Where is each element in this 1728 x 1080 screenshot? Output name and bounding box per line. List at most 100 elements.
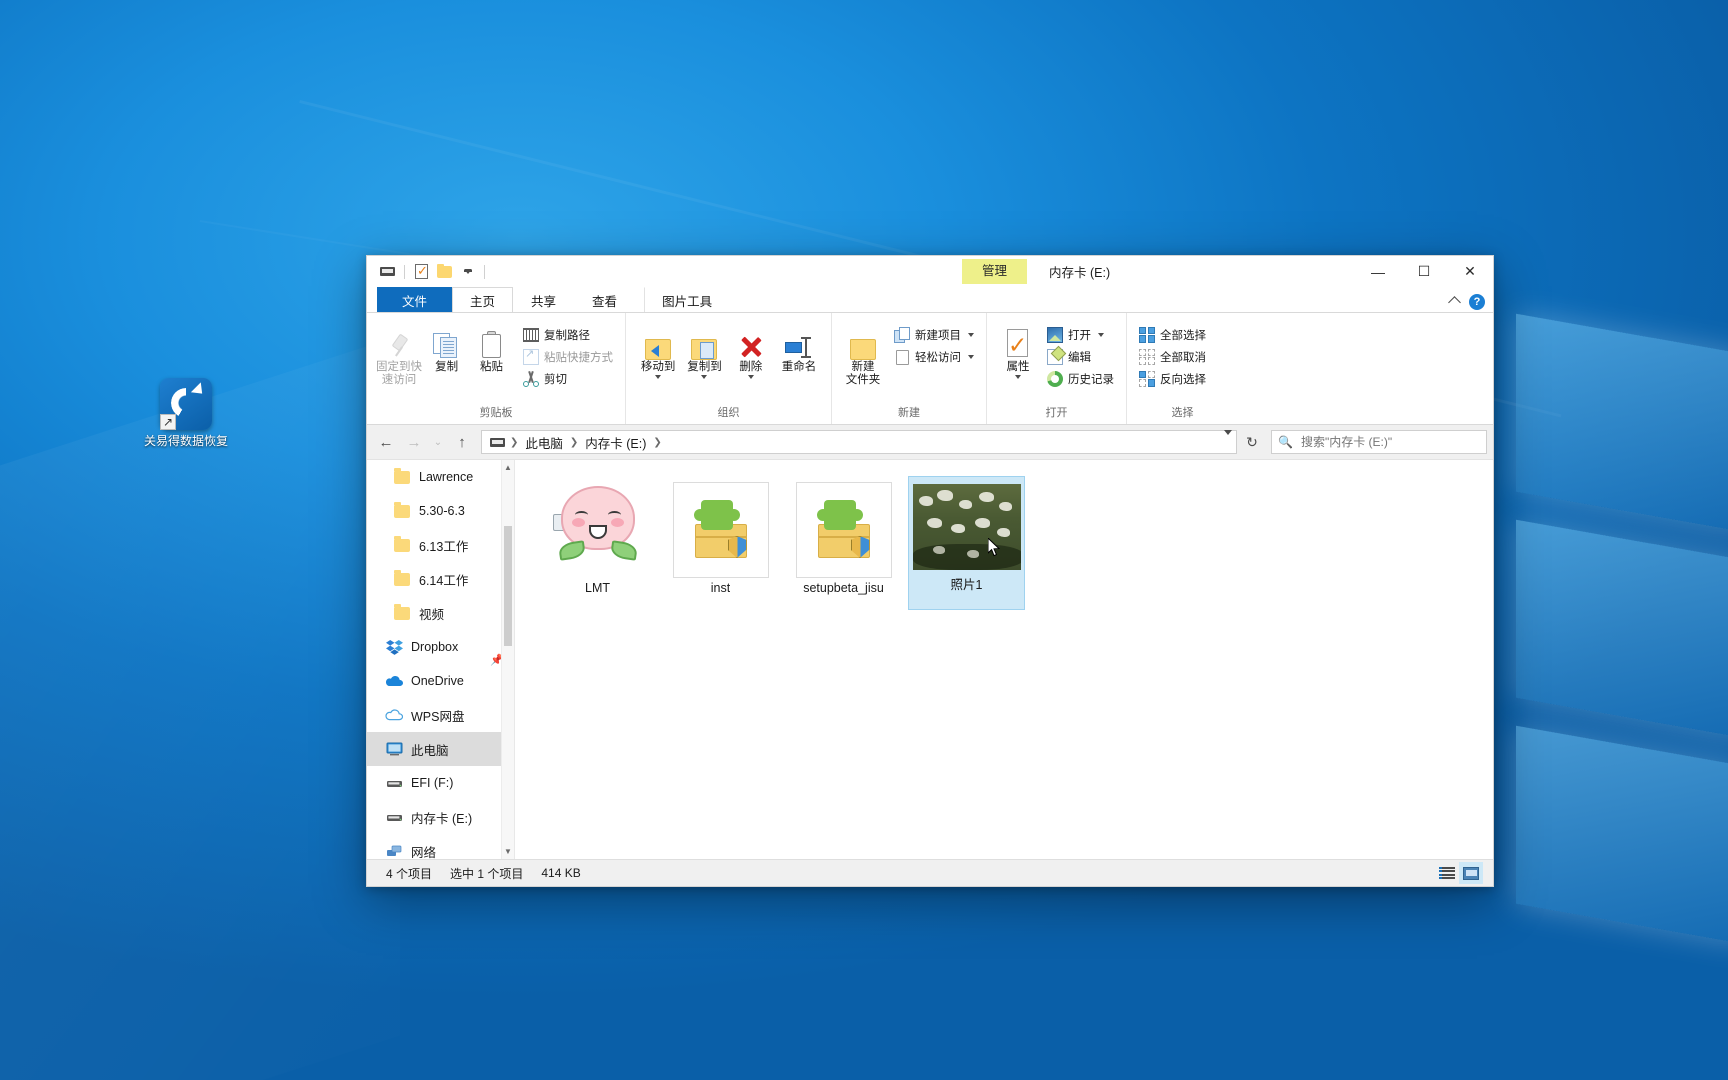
shortcut-overlay-icon: ↗ <box>160 414 176 430</box>
nav-item-network[interactable]: 网络 <box>367 834 514 859</box>
file-list-view[interactable]: LMT inst setupbeta_jisu 照片1 <box>515 460 1493 859</box>
installer-icon <box>795 482 892 578</box>
contextual-tab-manage[interactable]: 管理 <box>962 259 1028 284</box>
breadcrumb-address-bar[interactable]: ❯ 此电脑 ❯ 内存卡 (E:) ❯ <box>481 430 1237 454</box>
search-box[interactable]: 🔍 <box>1271 430 1487 454</box>
nav-pane-scrollbar[interactable]: ▲ ▼ <box>501 460 514 859</box>
scroll-up-icon[interactable]: ▲ <box>502 460 514 475</box>
help-icon[interactable]: ? <box>1469 294 1485 310</box>
new-item-icon <box>894 326 910 343</box>
scroll-down-icon[interactable]: ▼ <box>502 844 514 859</box>
nav-item-5-30-6-3[interactable]: 5.30-6.3 <box>367 494 514 528</box>
open-button[interactable]: 打开 <box>1043 325 1118 344</box>
back-button[interactable]: ← <box>373 430 399 454</box>
rename-button[interactable]: 重命名 <box>775 321 823 374</box>
breadcrumb-chevron-icon-2: ❯ <box>569 436 579 448</box>
tab-file[interactable]: 文件 <box>377 287 453 312</box>
move-to-caret-icon[interactable] <box>655 375 662 379</box>
copy-to-caret-icon[interactable] <box>701 375 708 379</box>
paste-shortcut-button[interactable]: 粘贴快捷方式 <box>519 347 617 366</box>
new-folder-icon[interactable] <box>436 263 453 280</box>
maximize-button[interactable]: ☐ <box>1401 256 1447 287</box>
open-icon <box>1047 326 1063 343</box>
properties-label: 属性 <box>1006 361 1030 373</box>
select-none-label: 全部取消 <box>1160 351 1206 364</box>
delete-caret-icon[interactable] <box>747 375 754 379</box>
file-item-setupbeta-jisu[interactable]: setupbeta_jisu <box>785 476 902 610</box>
breadcrumb-item-this-pc[interactable]: 此电脑 <box>521 432 567 453</box>
address-dropdown-icon[interactable] <box>1224 430 1232 449</box>
move-to-button[interactable]: 移动到 <box>636 321 680 379</box>
details-view-button[interactable] <box>1435 862 1459 884</box>
file-item-lmt[interactable]: LMT <box>539 476 656 610</box>
properties-caret-icon[interactable] <box>1015 375 1021 379</box>
cut-label: 剪切 <box>544 373 568 386</box>
file-grid: LMT inst setupbeta_jisu 照片1 <box>515 460 1493 610</box>
desktop-shortcut-label: 关易得数据恢复 <box>143 434 228 448</box>
tab-picture-tools[interactable]: 图片工具 <box>644 287 730 312</box>
copy-path-button[interactable]: 复制路径 <box>519 325 617 344</box>
recent-locations-button[interactable]: ⌄ <box>429 430 447 454</box>
wallpaper-pane-3 <box>1516 725 1728 945</box>
thumbnail-view-button[interactable] <box>1459 862 1483 884</box>
search-icon: 🔍 <box>1278 435 1293 449</box>
properties-icon[interactable] <box>413 263 430 280</box>
breadcrumb-item-memory-card[interactable]: 内存卡 (E:) <box>581 432 650 453</box>
new-folder-button[interactable]: 新建 文件夹 <box>842 321 884 387</box>
group-label-open: 打开 <box>1045 407 1068 419</box>
copy-to-button[interactable]: 复制到 <box>682 321 726 379</box>
select-all-button[interactable]: 全部选择 <box>1135 325 1210 344</box>
nav-item-label: Lawrence <box>419 470 474 484</box>
tab-share[interactable]: 共享 <box>513 287 574 312</box>
cut-button[interactable]: 剪切 <box>519 369 617 388</box>
file-item-inst[interactable]: inst <box>662 476 779 610</box>
nav-item-label: EFI (F:) <box>411 776 454 790</box>
nav-item-this-pc[interactable]: 此电脑 <box>367 732 514 766</box>
tab-home[interactable]: 主页 <box>452 287 514 312</box>
forward-button[interactable]: → <box>401 430 427 454</box>
refresh-arrow-icon <box>190 382 208 399</box>
properties-button[interactable]: ✓ 属性 <box>997 321 1039 379</box>
history-label: 历史记录 <box>1068 373 1114 386</box>
easy-access-caret-icon[interactable] <box>968 354 974 359</box>
nav-item-onedrive[interactable]: OneDrive <box>367 664 514 698</box>
select-none-button[interactable]: 全部取消 <box>1135 347 1210 366</box>
peach-mascot-icon <box>550 482 646 578</box>
scrollbar-thumb[interactable] <box>504 526 512 646</box>
rename-label: 重命名 <box>781 361 817 373</box>
new-item-caret-icon[interactable] <box>968 332 974 337</box>
nav-item-label: 6.14工作 <box>419 573 469 588</box>
desktop-shortcut-data-recovery[interactable]: ↗ 关易得数据恢复 <box>140 378 232 448</box>
nav-item-lawrence[interactable]: Lawrence 📌 <box>367 460 514 666</box>
invert-selection-button[interactable]: 反向选择 <box>1135 369 1210 388</box>
nav-item-memory-card-drive[interactable]: 内存卡 (E:) <box>367 800 514 834</box>
paste-button[interactable]: 粘贴 <box>470 321 513 374</box>
this-pc-icon[interactable] <box>379 263 396 280</box>
nav-item-label: Dropbox <box>411 640 459 654</box>
search-input[interactable] <box>1298 434 1480 450</box>
nav-item-wps-cloud[interactable]: WPS网盘 <box>367 698 514 732</box>
new-item-button[interactable]: 新建项目 <box>890 325 978 344</box>
copy-button[interactable]: 复制 <box>425 321 468 374</box>
nav-item-label: 网络 <box>411 845 437 860</box>
open-caret-icon[interactable] <box>1098 332 1104 337</box>
easy-access-button[interactable]: 轻松访问 <box>890 347 978 366</box>
nav-item-efi-drive[interactable]: EFI (F:) <box>367 766 514 800</box>
tab-view[interactable]: 查看 <box>574 287 635 312</box>
delete-button[interactable]: 删除 <box>729 321 773 379</box>
up-button[interactable]: ↑ <box>449 430 475 454</box>
collapse-ribbon-icon[interactable] <box>1448 295 1461 309</box>
copy-to-label: 复制到 <box>687 361 722 373</box>
nav-item-videos[interactable]: 视频 <box>367 596 514 630</box>
customize-qat-caret-icon[interactable] <box>459 263 476 280</box>
history-button[interactable]: 历史记录 <box>1043 369 1118 388</box>
file-item-photo1[interactable]: 照片1 <box>908 476 1025 610</box>
minimize-button[interactable]: — <box>1355 256 1401 287</box>
pin-to-quick-access-button[interactable]: 固定到快 速访问 <box>375 321 423 387</box>
nav-item-613-work[interactable]: 6.13工作 <box>367 528 514 562</box>
folder-icon <box>393 570 411 588</box>
close-button[interactable]: ✕ <box>1447 256 1493 287</box>
edit-button[interactable]: 编辑 <box>1043 347 1118 366</box>
nav-item-614-work[interactable]: 6.14工作 <box>367 562 514 596</box>
refresh-button[interactable]: ↻ <box>1239 430 1265 454</box>
